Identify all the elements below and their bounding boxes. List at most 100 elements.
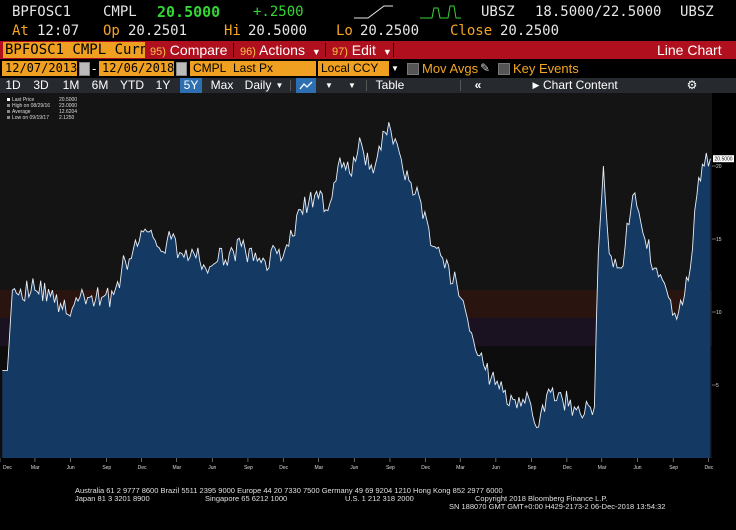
low-value: 20.2500 — [360, 23, 420, 39]
quote-ticker: BPFOSC1 — [12, 4, 72, 20]
legend-swatch — [7, 98, 10, 101]
footer-session: SN 188070 GMT GMT+0:00 H429-2173-2 06-De… — [449, 502, 666, 511]
x-tick-label: Dec — [3, 465, 12, 471]
x-tick-label: Sep — [386, 465, 395, 471]
currency-dropdown-icon[interactable]: ▼ — [391, 64, 399, 73]
expand-right-icon[interactable]: ▶ — [531, 78, 541, 93]
y-tick-label: 5 — [716, 383, 719, 389]
bid-source: UBSZ — [481, 4, 515, 20]
legend-item: Low on 09/19/17 2.1250 — [7, 115, 77, 121]
range-3d-button[interactable]: 3D — [31, 78, 51, 93]
quote-header: BPFOSC1 CMPL 20.5000 +.2500 UBSZ 18.5000… — [0, 0, 736, 40]
security-field[interactable]: BPFOSC1 CMPL Curn — [3, 42, 145, 58]
close-label: Close — [450, 23, 493, 39]
x-tick-label: Dec — [138, 465, 147, 471]
x-tick-label: Dec — [279, 465, 288, 471]
divider — [290, 80, 291, 91]
actions-button[interactable]: 96) Actions ▼ — [240, 41, 321, 59]
divider — [460, 80, 461, 91]
divider — [325, 43, 326, 57]
x-tick-label: Mar — [598, 465, 607, 471]
currency-selector[interactable]: Local CCY — [318, 61, 389, 76]
collapse-icon[interactable]: « — [470, 78, 486, 93]
quote-row-2: At 12:07 Op 20.2501 Hi 20.5000 Lo 20.250… — [0, 22, 736, 40]
table-button[interactable]: Table — [370, 78, 410, 93]
chart-legend: Last Price 20.5000 High on 08/29/16 23.0000… — [7, 97, 77, 121]
price-chart[interactable]: 5 10 15 20 20.5000 Dec Mar Jun Sep Dec Mar Jun Sep De… — [0, 93, 736, 471]
range-1m-button[interactable]: 1M — [60, 78, 82, 93]
x-tick-label: Dec — [421, 465, 430, 471]
overlay-dropdown-icon[interactable]: ▼ — [345, 78, 359, 93]
x-tick-label: Dec — [563, 465, 572, 471]
mov-avgs-label[interactable]: Mov Avgs — [422, 61, 478, 76]
x-tick-label: Jun — [350, 465, 358, 471]
footer-us: U.S. 1 212 318 2000 — [345, 494, 414, 503]
range-max-button[interactable]: Max — [208, 78, 236, 93]
date-range-dash: - — [92, 61, 97, 76]
quote-time: 12:07 — [37, 23, 80, 39]
chart-content-button[interactable]: Chart Content — [543, 78, 619, 93]
x-tick-label: Jun — [208, 465, 216, 471]
command-bar: BPFOSC1 CMPL Curn 95) Compare 96) Action… — [0, 41, 736, 59]
edit-dropdown-icon: ▼ — [382, 47, 392, 57]
edit-button[interactable]: 97) Edit ▼ — [332, 41, 392, 59]
volume-sparkline-icon — [420, 5, 461, 19]
chart-canvas[interactable]: 5 10 15 2020.5000 Dec Mar Jun Sep Dec Mar Jun Sep De… — [0, 93, 736, 471]
calendar-icon[interactable] — [79, 62, 90, 76]
start-date-field[interactable]: 12/07/2013 — [2, 61, 77, 76]
source-field[interactable]: CMPL — [190, 61, 230, 76]
mov-avgs-checkbox[interactable] — [407, 63, 419, 75]
divider — [233, 43, 234, 57]
range-6m-button[interactable]: 6M — [88, 78, 112, 93]
x-tick-label: Mar — [315, 465, 324, 471]
x-tick-label: Mar — [31, 465, 40, 471]
calendar-icon[interactable] — [176, 62, 187, 76]
open-value: 20.2501 — [128, 23, 188, 39]
x-tick-label: Mar — [173, 465, 182, 471]
compare-button[interactable]: 95) Compare — [150, 41, 227, 59]
last-value-label: 20.5000 — [715, 157, 733, 163]
range-5y-button[interactable]: 5Y — [180, 78, 202, 93]
actions-number: 96) — [240, 46, 256, 58]
key-events-label[interactable]: Key Events — [513, 61, 579, 76]
edit-label: Edit — [351, 42, 376, 58]
chart-type-title: Line Chart — [657, 42, 722, 58]
x-tick-label: Sep — [669, 465, 678, 471]
x-tick-label: Jun — [634, 465, 642, 471]
bid-price: 18.5000 — [535, 4, 595, 20]
divider — [393, 43, 394, 57]
intraday-sparkline-icon — [354, 5, 393, 19]
chart-style-dropdown-icon[interactable]: ▼ — [322, 78, 336, 93]
frequency-dropdown-icon[interactable]: ▼ — [275, 78, 284, 93]
footer-japan: Japan 81 3 3201 8900 — [75, 494, 150, 503]
legend-value: 2.1250 — [59, 115, 75, 121]
y-tick-label: 20 — [716, 164, 722, 170]
low-label: Lo — [336, 23, 353, 39]
frequency-selector[interactable]: Daily — [243, 78, 273, 93]
quote-row-1: BPFOSC1 CMPL 20.5000 +.2500 UBSZ 18.5000… — [0, 3, 736, 21]
compare-number: 95) — [150, 46, 166, 58]
ask-price: /22.5000 — [594, 4, 662, 20]
actions-dropdown-icon: ▼ — [311, 47, 321, 57]
line-chart-icon[interactable] — [296, 78, 316, 93]
x-tick-label: Sep — [244, 465, 253, 471]
chart-toolbar: 1D 3D 1M 6M YTD 1Y 5Y Max Daily ▼ ▼ ▼ Ta… — [0, 78, 736, 93]
range-1d-button[interactable]: 1D — [4, 78, 22, 93]
field-selector[interactable]: Last Px — [230, 61, 316, 76]
range-ytd-button[interactable]: YTD — [118, 78, 146, 93]
open-label: Op — [103, 23, 120, 39]
footer-singapore: Singapore 65 6212 1000 — [205, 494, 288, 503]
high-label: Hi — [224, 23, 241, 39]
settings-bar: 12/07/2013 - 12/06/2018 CMPL Last Px Loc… — [0, 60, 736, 78]
legend-swatch — [7, 104, 10, 107]
gear-icon[interactable]: ⚙ — [685, 78, 699, 93]
x-tick-label: Jun — [492, 465, 500, 471]
legend-label: Low on 09/19/17 — [12, 115, 49, 121]
y-tick-label: 10 — [716, 310, 722, 316]
ask-source: UBSZ — [680, 4, 714, 20]
end-date-field[interactable]: 12/06/2018 — [99, 61, 174, 76]
range-1y-button[interactable]: 1Y — [152, 78, 174, 93]
time-label: At — [12, 23, 29, 39]
key-events-checkbox[interactable] — [498, 63, 510, 75]
pencil-icon[interactable]: ✎ — [480, 61, 490, 75]
